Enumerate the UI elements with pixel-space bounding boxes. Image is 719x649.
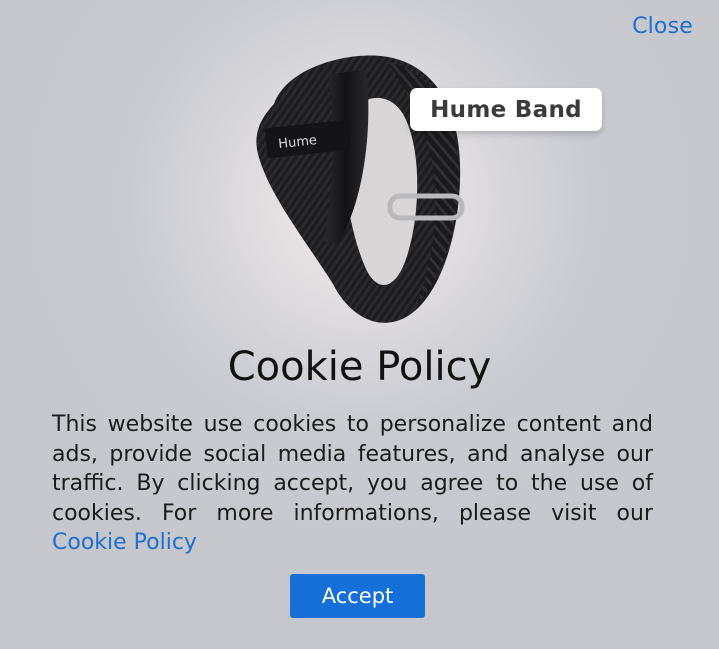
cookie-policy-link[interactable]: Cookie Policy bbox=[52, 530, 197, 555]
accept-button[interactable]: Accept bbox=[290, 574, 425, 618]
cookie-message-text: This website use cookies to personalize … bbox=[52, 412, 653, 526]
cookie-message: This website use cookies to personalize … bbox=[52, 410, 653, 558]
product-name-tag: Hume Band bbox=[410, 88, 602, 131]
close-link[interactable]: Close bbox=[632, 14, 693, 39]
dialog-title: Cookie Policy bbox=[227, 344, 492, 390]
cookie-policy-dialog: Close Hume Hume Band Cookie Policy This … bbox=[0, 0, 719, 649]
